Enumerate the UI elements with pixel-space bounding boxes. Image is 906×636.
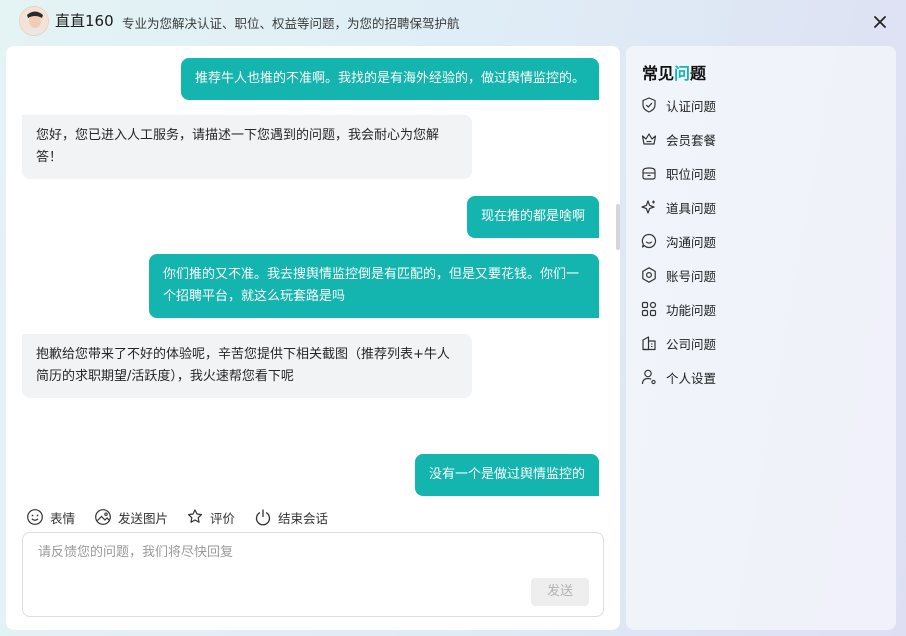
user-avatar	[19, 6, 49, 36]
building-icon	[642, 336, 656, 351]
send-image-button[interactable]: 发送图片	[94, 507, 168, 527]
smiley-icon	[27, 509, 43, 525]
rate-button[interactable]: 评价	[186, 507, 235, 527]
crown-icon	[641, 133, 657, 145]
account-settings-icon	[642, 267, 656, 283]
faq-item-features[interactable]: 功能问题	[640, 298, 716, 320]
chat-bubble-icon	[641, 233, 657, 249]
power-icon	[255, 509, 271, 526]
faq-item-company[interactable]: 公司问题	[640, 332, 716, 354]
person-gear-icon	[641, 369, 656, 385]
rate-icon	[187, 509, 203, 523]
app-subtitle: 专业为您解决认证、职位、权益等问题，为您的招聘保驾护航	[122, 16, 460, 31]
faq-item-props[interactable]: 道具问题	[640, 196, 716, 218]
chat-scrollbar[interactable]	[616, 204, 620, 250]
send-image-label: 发送图片	[118, 510, 169, 526]
sparkle-icon	[641, 200, 655, 214]
chat-message-outgoing: 没有一个是做过舆情监控的	[415, 454, 599, 496]
rate-label: 评价	[210, 510, 236, 526]
chat-message-outgoing: 现在推的都是啥啊	[467, 196, 599, 238]
app-title: 直直160	[55, 12, 114, 30]
chat-message-incoming: 抱歉给您带来了不好的体验呢，辛苦您提供下相关截图（推荐列表+牛人简历的求职期望/…	[22, 334, 472, 398]
chat-message-outgoing: 你们推的又不准。我去搜舆情监控倒是有匹配的，但是又要花钱。你们一个招聘平台，就这…	[149, 254, 599, 318]
message-input-box: 发送	[22, 532, 604, 617]
faq-panel: 常见问题 认证问题 会员套餐 职位问题 道具问题 沟通问题 账号问题 功能问题 …	[626, 46, 896, 630]
image-icon	[95, 509, 111, 525]
app-header: 直直160 专业为您解决认证、职位、权益等问题，为您的招聘保驾护航	[0, 0, 906, 44]
briefcase-icon	[642, 167, 656, 180]
send-button[interactable]: 发送	[531, 578, 589, 606]
message-input[interactable]	[38, 545, 518, 560]
faq-item-certification[interactable]: 认证问题	[640, 94, 716, 116]
faq-title: 常见问题	[642, 64, 707, 83]
emoji-label: 表情	[50, 510, 76, 526]
faq-item-account[interactable]: 账号问题	[640, 264, 716, 286]
emoji-button[interactable]: 表情	[26, 507, 75, 527]
end-session-label: 结束会话	[278, 510, 329, 526]
faq-item-personal-settings[interactable]: 个人设置	[640, 366, 716, 388]
faq-item-job[interactable]: 职位问题	[640, 162, 716, 184]
grid-apps-icon	[641, 301, 657, 317]
end-session-button[interactable]: 结束会话	[254, 507, 328, 527]
chat-message-incoming: 您好，您已进入人工服务，请描述一下您遇到的问题，我会耐心为您解答！	[22, 115, 472, 179]
chat-message-outgoing: 推荐牛人也推的不准啊。我找的是有海外经验的，做过舆情监控的。	[181, 58, 599, 100]
close-icon[interactable]	[870, 12, 890, 32]
shield-check-icon	[642, 97, 656, 113]
faq-item-communication[interactable]: 沟通问题	[640, 230, 716, 252]
faq-item-membership[interactable]: 会员套餐	[640, 128, 716, 150]
